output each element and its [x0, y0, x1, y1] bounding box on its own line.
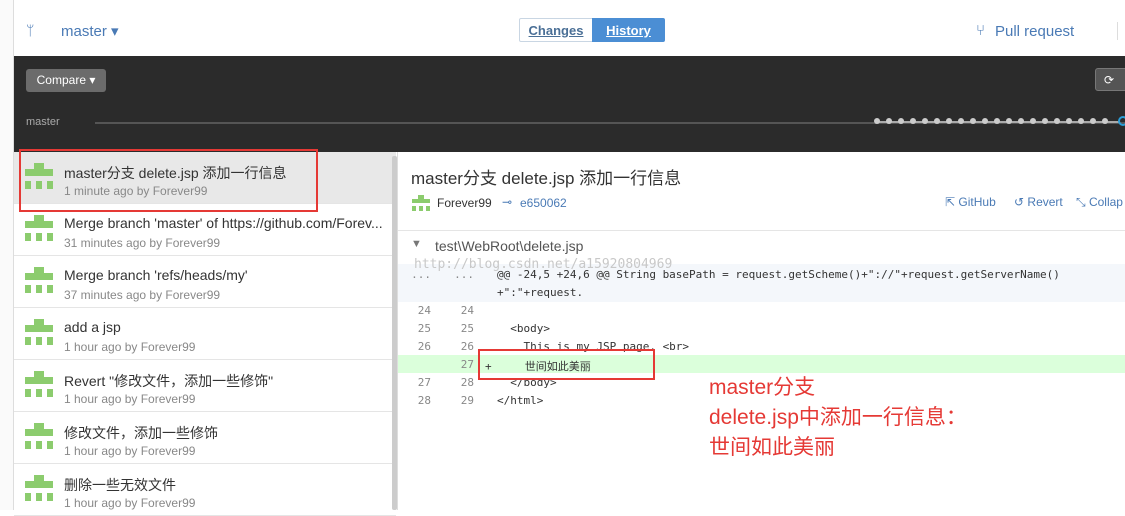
timeline-commit-dot[interactable]: [1006, 118, 1012, 124]
history-list-item[interactable]: add a jsp 1 hour ago by Forever99: [14, 308, 396, 360]
old-line-number: 27: [417, 376, 431, 389]
hunk-old-dots: ...: [411, 268, 431, 281]
commit-meta: 1 hour ago by Forever99: [64, 444, 196, 458]
chevron-down-icon[interactable]: ▼: [411, 238, 422, 250]
old-line-number: 25: [417, 322, 431, 335]
sync-button[interactable]: ⟳: [1095, 68, 1125, 91]
author-avatar: [24, 474, 54, 504]
panel-divider: [397, 152, 398, 510]
annotation-text: master分支 delete.jsp中添加一行信息： 世间如此美丽: [709, 373, 967, 463]
timeline-commit-dot[interactable]: [1042, 118, 1048, 124]
tab-changes[interactable]: Changes: [519, 18, 593, 42]
timeline-commit-dot[interactable]: [874, 118, 880, 124]
new-line-number: 25: [460, 322, 474, 335]
commit-meta: 37 minutes ago by Forever99: [64, 288, 221, 302]
author-avatar: [24, 266, 54, 296]
new-line-number: 24: [460, 304, 474, 317]
commit-summary: Revert "修改文件，添加一些修饰": [64, 373, 274, 389]
author-avatar: [24, 214, 54, 244]
old-line-number: 26: [417, 340, 431, 353]
timeline-head-marker[interactable]: [1118, 116, 1125, 126]
new-line-number: 29: [460, 394, 474, 407]
timeline-commit-dot[interactable]: [994, 118, 1000, 124]
timeline-panel: [14, 56, 1125, 152]
timeline-commit-dot[interactable]: [982, 118, 988, 124]
highlight-box-added-line: [478, 349, 655, 380]
timeline-commit-dot[interactable]: [922, 118, 928, 124]
toolbar-divider: [1117, 22, 1118, 40]
commit-sha-link[interactable]: e650062: [520, 196, 567, 210]
annotation-line: master分支: [709, 376, 816, 399]
commit-summary: add a jsp: [64, 319, 121, 335]
tab-history[interactable]: History: [592, 18, 665, 42]
github-link[interactable]: ⇱ GitHub: [945, 195, 996, 209]
annotation-line: delete.jsp中添加一行信息：: [709, 406, 967, 429]
hunk-header-line: @@ -24,5 +24,6 @@ String basePath = requ…: [497, 268, 1060, 281]
author-avatar: [411, 194, 431, 212]
timeline-commit-dot[interactable]: [1078, 118, 1084, 124]
commit-title: master分支 delete.jsp 添加一行信息: [411, 169, 682, 188]
commit-summary: 删除一些无效文件: [64, 477, 176, 493]
timeline-branch-label: master: [26, 116, 60, 128]
timeline-commit-dot[interactable]: [910, 118, 916, 124]
timeline-commit-dot[interactable]: [934, 118, 940, 124]
commit-summary: Merge branch 'refs/heads/my': [64, 267, 248, 283]
timeline-commit-dot[interactable]: [1090, 118, 1096, 124]
file-path[interactable]: test\WebRoot\delete.jsp: [435, 238, 583, 254]
code-line: </html>: [497, 394, 544, 407]
revert-button[interactable]: ↺ Revert: [1014, 195, 1063, 209]
new-line-number: 26: [460, 340, 474, 353]
timeline-commit-dot[interactable]: [958, 118, 964, 124]
compare-button[interactable]: Compare ▾: [26, 69, 106, 92]
commit-meta: 1 hour ago by Forever99: [64, 340, 196, 354]
hunk-header-line-cont: +":"+request.: [497, 286, 584, 299]
commit-summary: 修改文件，添加一些修饰: [64, 425, 218, 441]
timeline-commit-dot[interactable]: [946, 118, 952, 124]
author-avatar: [24, 318, 54, 348]
author-avatar: [24, 370, 54, 400]
history-list-item[interactable]: 删除一些无效文件 1 hour ago by Forever99: [14, 464, 396, 516]
history-list-item[interactable]: 修改文件，添加一些修饰 1 hour ago by Forever99: [14, 412, 396, 464]
author-avatar: [24, 422, 54, 452]
highlight-box-selected-commit: [19, 149, 318, 212]
timeline-commit-dot[interactable]: [970, 118, 976, 124]
branch-selector[interactable]: master ▾: [61, 22, 119, 40]
timeline-commit-dot[interactable]: [898, 118, 904, 124]
commit-meta: 1 hour ago by Forever99: [64, 392, 196, 406]
history-list-item[interactable]: Merge branch 'refs/heads/my' 37 minutes a…: [14, 256, 396, 308]
pull-request-icon[interactable]: ⑂: [976, 22, 985, 39]
annotation-line: 世间如此美丽: [709, 436, 835, 459]
new-line-number: 27: [460, 358, 474, 371]
timeline-commit-dot[interactable]: [1018, 118, 1024, 124]
old-line-number: 28: [417, 394, 431, 407]
commit-summary: Merge branch 'master' of https://github.…: [64, 215, 383, 231]
collapse-icon: ⤡: [1076, 195, 1086, 209]
collapse-button[interactable]: ⤡ Collap: [1076, 195, 1123, 210]
history-list-item[interactable]: Revert "修改文件，添加一些修饰" 1 hour ago by Foreve…: [14, 360, 396, 412]
timeline-commit-dot[interactable]: [1066, 118, 1072, 124]
revert-icon: ↺: [1014, 195, 1025, 209]
timeline-commit-dot[interactable]: [886, 118, 892, 124]
timeline-commit-dot[interactable]: [1030, 118, 1036, 124]
commit-author: Forever99: [437, 196, 492, 210]
branch-icon[interactable]: ᛘ: [26, 22, 34, 38]
new-line-number: 28: [460, 376, 474, 389]
timeline-commit-dot[interactable]: [1054, 118, 1060, 124]
hunk-new-dots: ...: [454, 268, 474, 281]
external-link-icon: ⇱: [945, 195, 956, 209]
pull-request-button[interactable]: Pull request: [995, 23, 1074, 40]
timeline-commit-dot[interactable]: [1102, 118, 1108, 124]
left-edge-panel: [0, 0, 14, 510]
old-line-number: 24: [417, 304, 431, 317]
commit-meta: 1 hour ago by Forever99: [64, 496, 196, 510]
code-line: <body>: [497, 322, 550, 335]
commit-meta: 31 minutes ago by Forever99: [64, 236, 221, 250]
commit-icon: ⊸: [502, 195, 513, 209]
